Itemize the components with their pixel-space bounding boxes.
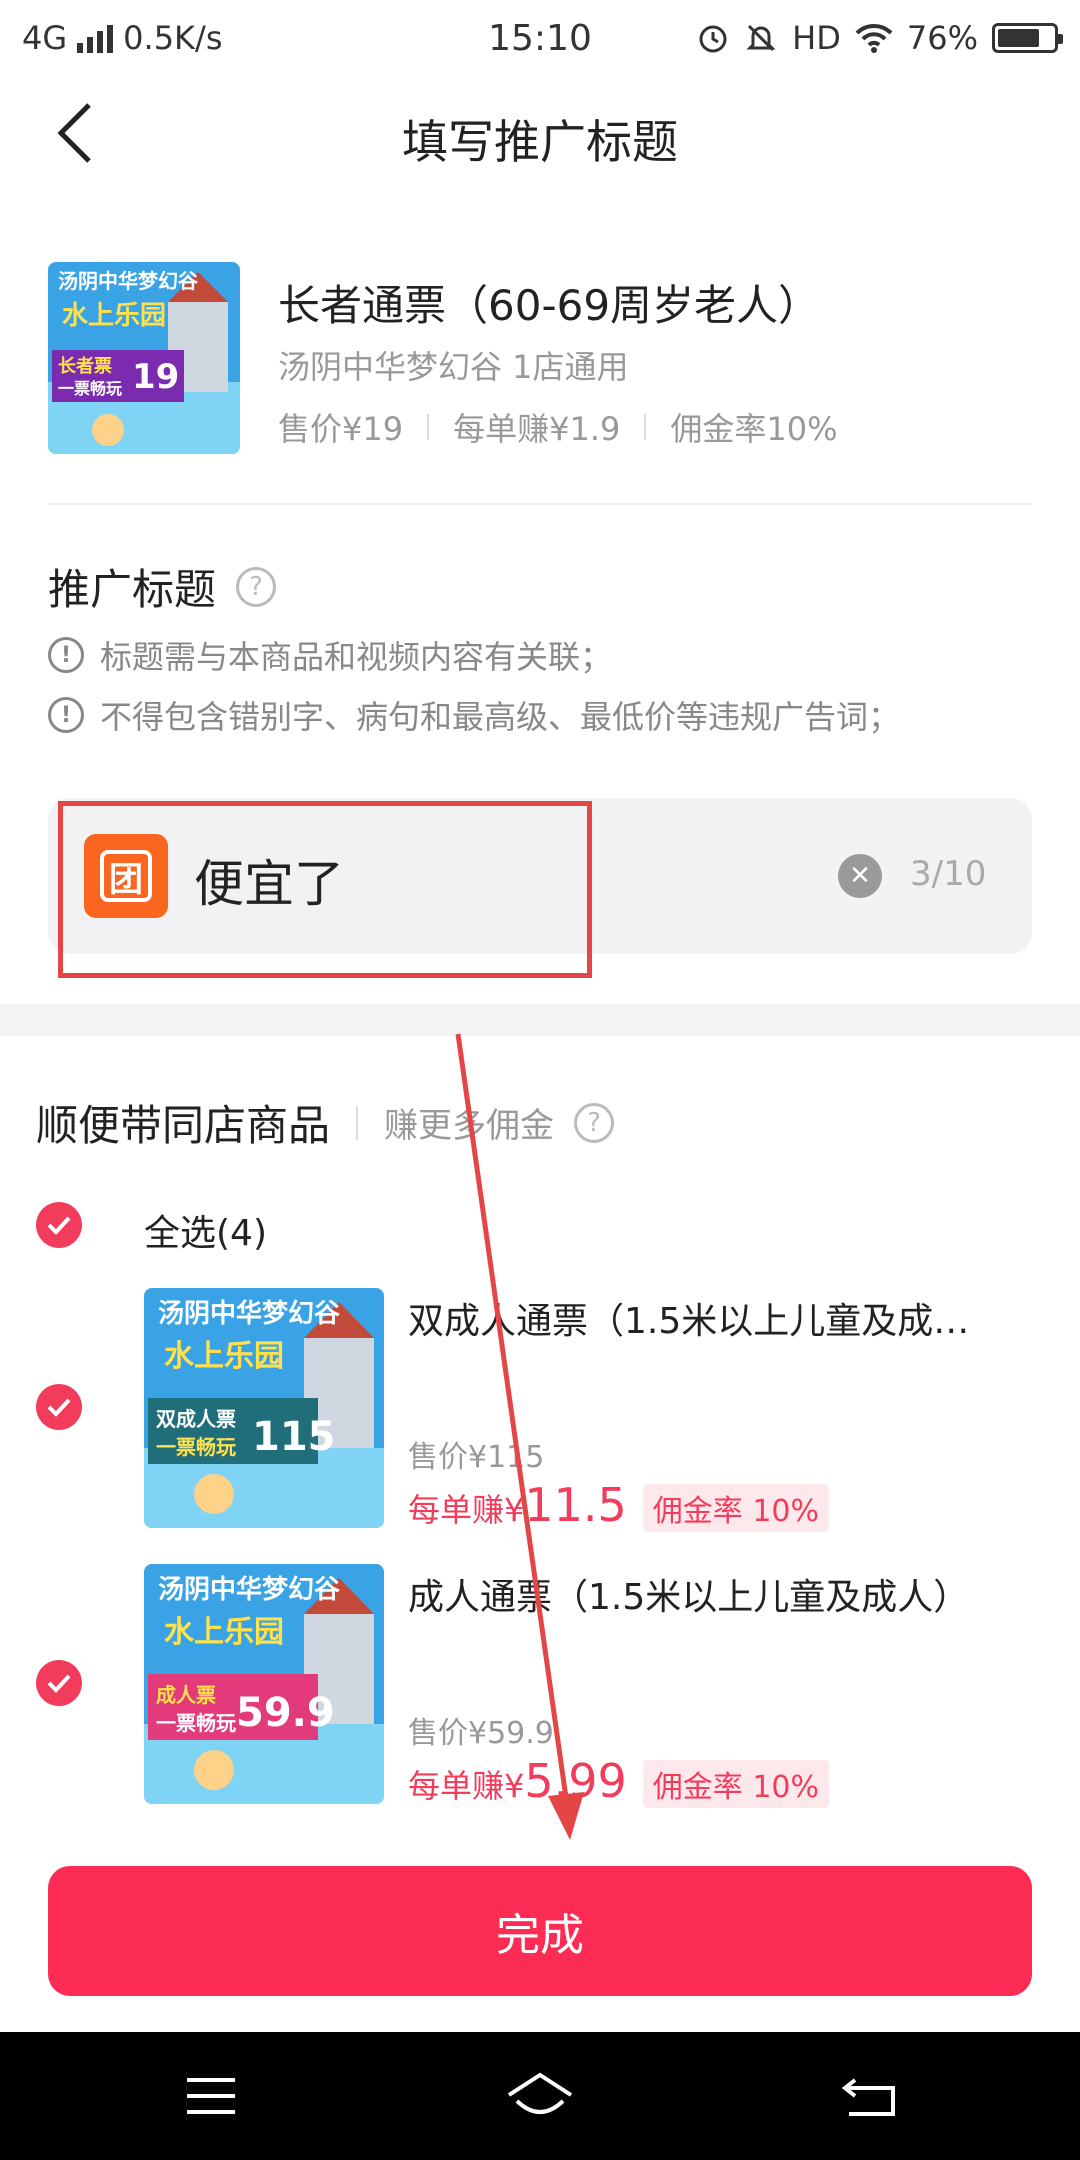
network-type: 4G (22, 19, 68, 57)
promo-title-heading: 推广标题 ? (48, 556, 277, 617)
meta-separator (644, 414, 647, 440)
product-thumbnail: 汤阴中华梦幻谷 水上乐园 长者票 一票畅玩 19 (48, 262, 240, 454)
help-icon[interactable]: ? (236, 566, 277, 607)
warning-icon: ! (48, 697, 84, 733)
thumb-park-sub: 水上乐园 (164, 1339, 284, 1374)
earn-prefix: 每单赚¥ (408, 1767, 525, 1805)
thumb-badge-sub: 一票畅玩 (156, 1435, 236, 1459)
bundle-heading: 顺便带同店商品 赚更多佣金 ? (36, 1092, 615, 1153)
battery-percent: 76% (906, 19, 978, 57)
product-card: 汤阴中华梦幻谷 水上乐园 长者票 一票畅玩 19 长者通票（60-69周岁老人）… (48, 262, 1032, 502)
commission-rate-tag: 佣金率 10% (642, 1760, 830, 1808)
item-earn: 每单赚¥ 5.99 佣金率 10% (408, 1754, 830, 1808)
annotation-highlight-box (58, 801, 592, 978)
header: 填写推广标题 (0, 76, 1080, 196)
product-price: 售价¥19 (278, 410, 404, 448)
select-all-checkbox[interactable] (36, 1202, 82, 1248)
thumb-park-name: 汤阴中华梦幻谷 (58, 269, 199, 293)
thumb-park-sub: 水上乐园 (62, 301, 166, 331)
commission-rate-tag: 佣金率 10% (642, 1484, 830, 1532)
help-icon[interactable]: ? (574, 1102, 615, 1143)
earn-prefix: 每单赚¥ (408, 1491, 525, 1529)
earn-value: 5.99 (524, 1754, 627, 1808)
done-button[interactable]: 完成 (48, 1866, 1032, 1996)
item-thumbnail: 汤阴中华梦幻谷 水上乐园 成人票 一票畅玩 59.9 (144, 1564, 384, 1804)
thumb-badge-sub: 一票畅玩 (156, 1711, 236, 1735)
item-price: 售价¥115 (408, 1440, 545, 1475)
select-all-label[interactable]: 全选(4) (144, 1204, 267, 1256)
section-gap (0, 1004, 1080, 1036)
product-name: 长者通票（60-69周岁老人） (278, 281, 821, 330)
clear-icon[interactable]: ✕ (838, 854, 882, 898)
meta-separator (427, 414, 430, 440)
item-checkbox[interactable] (36, 1660, 82, 1706)
battery-icon (992, 23, 1063, 53)
product-shop: 汤阴中华梦幻谷 1店通用 (278, 348, 629, 386)
bundle-subtitle: 赚更多佣金 (384, 1106, 555, 1146)
home-button[interactable] (505, 2066, 575, 2126)
thumb-park-name: 汤阴中华梦幻谷 (158, 1298, 341, 1329)
check-icon (47, 1398, 71, 1417)
system-nav-bar (0, 2032, 1080, 2160)
rule-item: ! 不得包含错别字、病句和最高级、最低价等违规广告词； (48, 692, 900, 738)
thumb-badge: 长者票 (58, 356, 112, 377)
earn-value: 11.5 (524, 1478, 627, 1532)
thumb-price: 19 (132, 357, 179, 397)
item-price: 售价¥59.9 (408, 1716, 554, 1751)
divider (48, 503, 1032, 505)
item-name: 双成人通票（1.5米以上儿童及成… (408, 1301, 970, 1342)
check-icon (47, 1216, 71, 1235)
wifi-icon (855, 23, 893, 53)
home-icon (507, 2072, 573, 2114)
item-thumbnail: 汤阴中华梦幻谷 水上乐园 双成人票 一票畅玩 115 (144, 1288, 384, 1528)
heading-separator (356, 1105, 359, 1140)
product-earn: 每单赚¥1.9 (453, 410, 621, 448)
thumb-price: 115 (252, 1414, 336, 1460)
product-rate: 佣金率10% (670, 410, 838, 448)
status-right: HD 76% (638, 19, 1063, 57)
clock: 15:10 (488, 17, 592, 59)
hd-indicator: HD (792, 19, 841, 57)
status-bar: 4G 0.5K/s 15:10 HD 76% (0, 0, 1080, 76)
rule-text: 标题需与本商品和视频内容有关联； (100, 638, 613, 676)
mute-bell-icon (746, 24, 776, 52)
item-name: 成人通票（1.5米以上儿童及成人） (408, 1577, 970, 1618)
page-title: 填写推广标题 (402, 115, 678, 169)
char-counter: 3/10 (910, 854, 987, 894)
thumb-badge: 双成人票 (156, 1407, 236, 1431)
menu-button[interactable] (176, 2066, 246, 2126)
thumb-badge: 成人票 (156, 1683, 216, 1707)
return-icon (841, 2078, 895, 2116)
check-icon (47, 1674, 71, 1693)
rule-text: 不得包含错别字、病句和最高级、最低价等违规广告词； (100, 698, 901, 736)
item-checkbox[interactable] (36, 1384, 82, 1430)
warning-icon: ! (48, 637, 84, 673)
thumb-badge-sub: 一票畅玩 (58, 379, 122, 398)
alarm-icon (699, 25, 727, 53)
product-meta: 售价¥19 每单赚¥1.9 佣金率10% (278, 404, 838, 450)
bundle-title: 顺便带同店商品 (36, 1101, 331, 1150)
back-nav-button[interactable] (834, 2066, 904, 2126)
signal-icon (77, 23, 114, 53)
thumb-price: 59.9 (236, 1690, 335, 1736)
thumb-park-name: 汤阴中华梦幻谷 (158, 1574, 341, 1605)
thumb-park-sub: 水上乐园 (164, 1615, 284, 1650)
network-speed: 0.5K/s (123, 19, 223, 57)
promo-title-label: 推广标题 (48, 565, 217, 614)
rule-item: ! 标题需与本商品和视频内容有关联； (48, 632, 612, 678)
item-earn: 每单赚¥ 11.5 佣金率 10% (408, 1478, 830, 1532)
menu-icon (187, 2078, 235, 2114)
status-left: 4G 0.5K/s (22, 19, 442, 57)
